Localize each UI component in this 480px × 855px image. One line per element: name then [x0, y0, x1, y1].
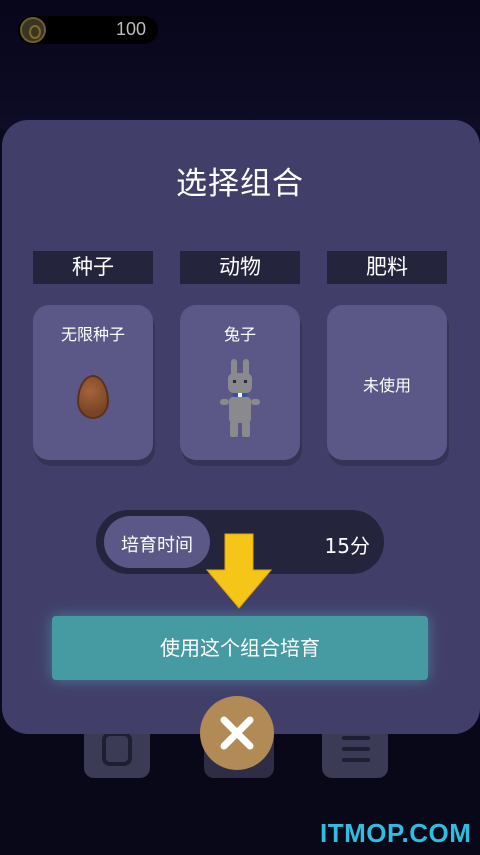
dialog-title: 选择组合	[176, 166, 304, 202]
seed-card[interactable]: 无限种子	[33, 305, 153, 460]
menu-icon	[342, 736, 370, 740]
use-combination-button[interactable]: 使用这个组合培育	[52, 616, 428, 680]
close-icon	[220, 716, 254, 750]
breeding-time-label: 培育时间	[121, 535, 193, 556]
column-header-fertilizer: 肥料	[327, 251, 447, 284]
column-header-seed: 种子	[33, 251, 153, 284]
egg-seed-icon	[77, 375, 109, 419]
close-button[interactable]	[200, 696, 274, 770]
animal-card-label: 兔子	[223, 325, 256, 344]
fertilizer-card[interactable]: 未使用	[327, 305, 447, 460]
arrow-down-icon	[205, 533, 273, 609]
seed-card-label: 无限种子	[60, 325, 125, 344]
menu-icon-line	[342, 758, 370, 762]
breeding-time-value: 15分	[324, 534, 370, 558]
menu-icon-line	[342, 747, 370, 751]
backpack-icon	[102, 732, 132, 766]
animal-card[interactable]: 兔子	[180, 305, 300, 460]
rabbit-icon	[220, 359, 260, 437]
fertilizer-card-label: 未使用	[362, 376, 411, 395]
watermark: ITMOP.COM	[320, 818, 472, 848]
column-header-animal: 动物	[180, 251, 300, 284]
coin-value: 100	[116, 19, 147, 39]
coin-icon	[20, 17, 46, 43]
